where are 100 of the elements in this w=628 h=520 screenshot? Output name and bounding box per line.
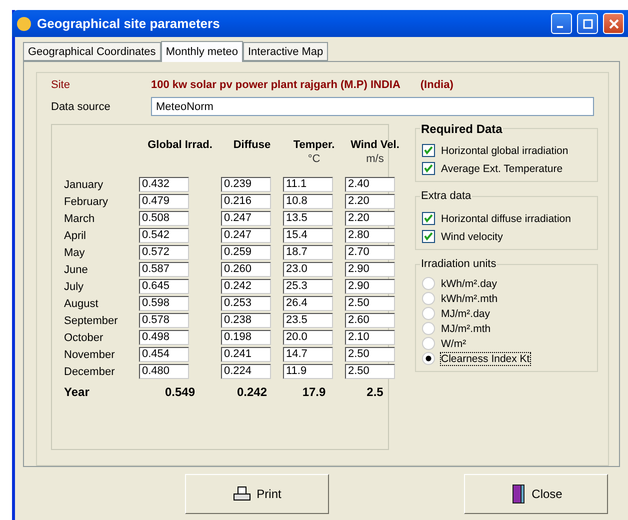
year-label: Year [64,384,90,399]
maximize-button[interactable] [577,13,598,34]
value-field[interactable]: 2.20 [345,194,395,209]
value-field[interactable]: 0.542 [139,228,189,243]
value-field[interactable]: 23.0 [283,262,333,277]
value-field[interactable]: 0.247 [221,211,271,226]
value-field[interactable]: 11.1 [283,177,333,192]
value-field[interactable]: 0.216 [221,194,271,209]
value-field[interactable]: 26.4 [283,296,333,311]
value-field[interactable]: 0.587 [139,262,189,277]
value-field[interactable]: 25.3 [283,279,333,294]
year-value: 17.9 [301,384,327,399]
radio-label: kWh/m².day [441,278,498,290]
radio-button[interactable] [422,322,435,335]
value-field[interactable]: 20.0 [283,330,333,345]
checkbox-label: Wind velocity [441,230,503,242]
value-field[interactable]: 0.454 [139,347,189,362]
close-dialog-button[interactable]: Close [464,474,608,514]
radio-button[interactable] [422,307,435,320]
value-field[interactable]: 0.259 [221,245,271,260]
month-label: December [64,366,116,378]
value-field[interactable]: 14.7 [283,347,333,362]
value-field[interactable]: 0.498 [139,330,189,345]
printer-icon [232,486,251,502]
value-field[interactable]: 2.50 [345,296,395,311]
month-label: September [64,314,119,326]
minimize-icon [557,26,563,28]
radio-button[interactable] [422,292,435,305]
value-field[interactable]: 0.572 [139,245,189,260]
value-field[interactable]: 0.645 [139,279,189,294]
value-field[interactable]: 0.480 [139,364,189,379]
radio-button[interactable] [422,277,435,290]
month-label: May [64,246,86,258]
value-field[interactable]: 2.80 [345,228,395,243]
checkbox[interactable] [422,162,435,175]
checkbox[interactable] [422,144,435,157]
minimize-button[interactable] [551,13,572,34]
checkbox[interactable] [422,212,435,225]
value-field[interactable]: 10.8 [283,194,333,209]
value-field[interactable]: 2.40 [345,177,395,192]
site-name: 100 kw solar pv power plant rajgarh (M.P) INDIA [151,79,400,91]
month-label: March [64,212,96,224]
month-label: June [64,264,89,276]
value-field[interactable]: 0.598 [139,296,189,311]
tab[interactable]: Geographical Coordinates [23,42,161,61]
value-field[interactable]: 0.253 [221,296,271,311]
value-field[interactable]: 0.508 [139,211,189,226]
value-field[interactable]: 0.242 [221,279,271,294]
month-label: January [64,178,104,190]
value-field[interactable]: 2.90 [345,279,395,294]
value-field[interactable]: 2.10 [345,330,395,345]
tab[interactable]: Monthly meteo [160,41,243,62]
value-field[interactable]: 0.238 [221,313,271,328]
value-field[interactable]: 2.70 [345,245,395,260]
value-field[interactable]: 2.60 [345,313,395,328]
value-field[interactable]: 2.90 [345,262,395,277]
value-field[interactable]: 0.479 [139,194,189,209]
year-value: 0.242 [236,384,268,399]
group-title: Extra data [420,190,472,202]
column-unit: m/s [365,153,385,165]
column-header: Wind Vel. [350,139,400,151]
checkbox-label: Average Ext. Temperature [441,162,563,174]
value-field[interactable]: 0.247 [221,228,271,243]
month-label: October [64,332,104,344]
data-source-label: Data source [51,100,112,112]
sun-icon [16,16,32,32]
checkbox-label: Horizontal diffuse irradiation [441,212,571,224]
value-field[interactable]: 0.198 [221,330,271,345]
door-icon [510,484,526,504]
value-field[interactable]: 2.50 [345,347,395,362]
value-field[interactable]: 18.7 [283,245,333,260]
month-label: November [64,348,116,360]
window-title: Geographical site parameters [37,16,221,31]
value-field[interactable]: 0.224 [221,364,271,379]
value-field[interactable]: 15.4 [283,228,333,243]
value-field[interactable]: 23.5 [283,313,333,328]
maximize-icon [582,18,592,28]
checkbox[interactable] [422,230,435,243]
print-button[interactable]: Print [185,474,329,514]
year-value: 0.549 [164,384,196,399]
close-button[interactable] [603,13,624,34]
radio-button[interactable] [422,337,435,350]
value-field[interactable]: 13.5 [283,211,333,226]
value-field[interactable]: 0.239 [221,177,271,192]
data-source-field[interactable]: MeteoNorm [151,97,594,116]
group-title: Irradiation units [420,258,498,270]
value-field[interactable]: 0.260 [221,262,271,277]
value-field[interactable]: 11.9 [283,364,333,379]
year-value: 2.5 [366,384,384,399]
value-field[interactable]: 2.20 [345,211,395,226]
tab[interactable]: Interactive Map [242,42,328,61]
value-field[interactable]: 0.241 [221,347,271,362]
site-country: (India) [420,79,454,91]
radio-label: W/m² [441,338,466,350]
month-label: April [64,230,88,242]
month-label: July [64,280,85,292]
value-field[interactable]: 2.50 [345,364,395,379]
radio-button[interactable] [422,352,435,365]
value-field[interactable]: 0.432 [139,177,189,192]
value-field[interactable]: 0.578 [139,313,189,328]
